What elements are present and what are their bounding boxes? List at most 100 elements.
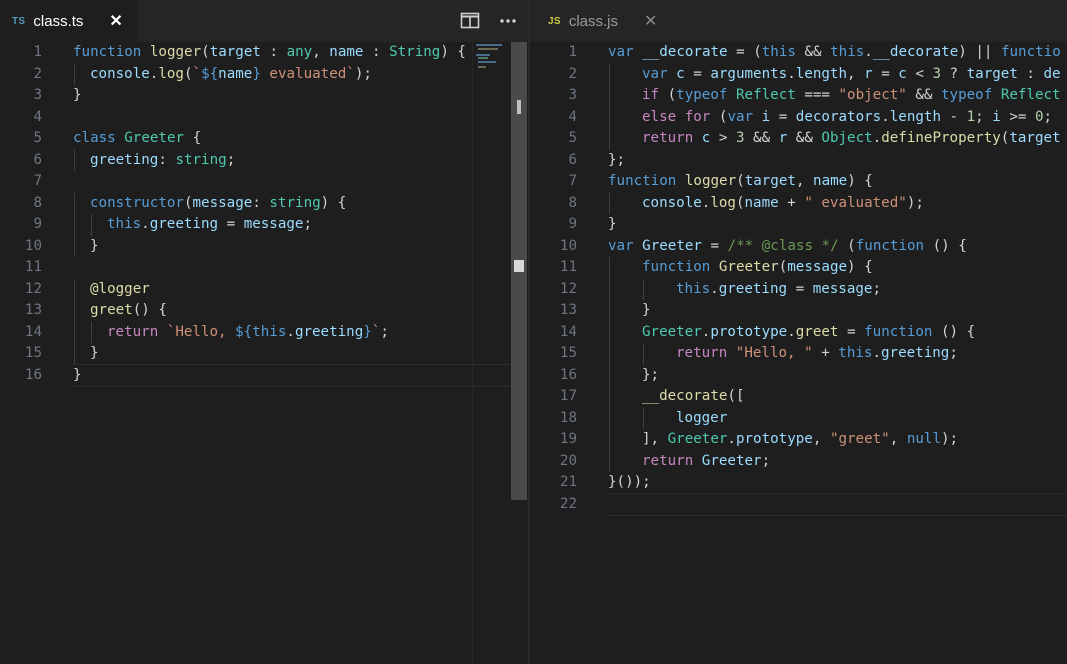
left-code-editor[interactable]: 1 function logger(target : any, name : St… [0, 42, 528, 664]
code-line[interactable]: 22 [530, 494, 1067, 516]
code-token: target [966, 65, 1018, 82]
code-line[interactable]: 21}()); [530, 472, 1067, 494]
code-line[interactable]: 4 [0, 107, 528, 129]
javascript-file-icon: JS [548, 15, 561, 27]
line-number: 10 [559, 237, 577, 254]
close-icon[interactable]: ✕ [644, 11, 657, 31]
code-line[interactable]: 8 constructor(message: string) { [0, 193, 528, 215]
code-token: ); [906, 194, 924, 211]
code-token: log [710, 194, 736, 211]
code-line[interactable]: 10} [0, 236, 528, 258]
code-line[interactable]: 1 function logger(target : any, name : St… [0, 42, 528, 64]
line-number: 6 [568, 151, 577, 168]
code-token: greeting [149, 216, 219, 232]
code-line[interactable]: 3} [0, 85, 528, 107]
line-number: 2 [33, 65, 42, 82]
code-line[interactable]: 7 [0, 171, 528, 193]
code-token: = [787, 280, 813, 297]
code-line[interactable]: 16}; [530, 365, 1067, 387]
code-token: ) { [440, 44, 466, 60]
code-line[interactable]: 20 return Greeter; [530, 451, 1067, 473]
vertical-scrollbar[interactable] [510, 42, 528, 664]
code-token: Greeter [642, 237, 702, 254]
code-line[interactable]: 2 console.log(`${name} evaluated`); [0, 64, 528, 86]
line-number: 19 [559, 431, 577, 447]
more-actions-icon[interactable] [498, 11, 518, 31]
code-token: }; [642, 366, 660, 383]
code-token: ${this [235, 323, 287, 340]
code-token: () { [924, 237, 967, 254]
code-token: ; [303, 216, 313, 232]
line-number: 13 [24, 302, 42, 318]
code-line[interactable]: 7 function logger(target, name) { [530, 171, 1067, 193]
code-token: ) { [320, 194, 347, 211]
code-token: __decorate [642, 44, 728, 60]
code-token: ) || [958, 44, 1001, 60]
code-line[interactable]: 5 class Greeter { [0, 128, 528, 150]
code-token: /** @class */ [727, 237, 839, 254]
code-line[interactable]: 16} [0, 365, 528, 387]
code-line[interactable]: 10 var Greeter = /** @class */ (function … [530, 236, 1067, 258]
code-text: this.greeting = message; [676, 279, 881, 301]
code-line[interactable]: 11 [0, 257, 528, 279]
split-editor-icon[interactable] [460, 11, 480, 31]
code-token: this [676, 280, 711, 297]
code-token: @logger [90, 280, 150, 297]
line-number: 4 [33, 108, 42, 125]
line-number: 3 [568, 87, 577, 103]
code-line[interactable]: 12 @logger [0, 279, 528, 301]
code-token: return [676, 345, 728, 361]
code-line[interactable]: 8 console.log(name + " evaluated"); [530, 193, 1067, 215]
code-token: ); [941, 431, 959, 447]
code-line[interactable]: 5 return c > 3 && r && Object.definePrope… [530, 128, 1067, 150]
code-text: }; [642, 365, 659, 387]
tab-class-ts[interactable]: TS class.ts ✕ [0, 0, 138, 42]
code-line[interactable]: 14 return `Hello, ${this.greeting}`; [0, 322, 528, 344]
code-line[interactable]: 9} [530, 214, 1067, 236]
code-line[interactable]: 9 this.greeting = message; [0, 214, 528, 236]
close-icon[interactable]: ✕ [109, 11, 122, 31]
tab-class-js[interactable]: JS class.js ✕ [530, 0, 670, 42]
code-token: name [218, 65, 253, 82]
code-token: : [158, 151, 176, 168]
code-line[interactable]: 2 var c = arguments.length, r = c < 3 ? t… [530, 64, 1067, 86]
line-number: 13 [559, 302, 577, 318]
code-line[interactable]: 18 logger [530, 408, 1067, 430]
code-token: greet [795, 323, 839, 340]
code-line[interactable]: 17 __decorate([ [530, 386, 1067, 408]
code-token: = [684, 65, 711, 82]
code-token: arguments [710, 65, 788, 82]
code-text: function logger(target, name) { [608, 171, 873, 193]
code-token: === [795, 87, 839, 103]
code-token: Reflect [735, 87, 796, 103]
code-token: name [744, 194, 779, 211]
code-line[interactable]: 14 Greeter.prototype.greet = function () … [530, 322, 1067, 344]
minimap[interactable] [472, 42, 511, 664]
code-token: Greeter [642, 323, 702, 340]
line-number: 11 [24, 259, 42, 275]
code-text: @logger [90, 279, 150, 301]
code-token: r [778, 130, 788, 146]
code-line[interactable]: 15 return "Hello, " + this.greeting; [530, 343, 1067, 365]
code-line[interactable]: 3 if (typeof Reflect === "object" && type… [530, 85, 1067, 107]
code-line[interactable]: 13 greet() { [0, 300, 528, 322]
code-token: "Hello, " [735, 345, 813, 361]
code-token: } [642, 302, 651, 318]
code-line[interactable]: 15} [0, 343, 528, 365]
code-line[interactable]: 1 var __decorate = (this && this.__decora… [530, 42, 1067, 64]
code-token: logger [676, 409, 728, 426]
code-line[interactable]: 13} [530, 300, 1067, 322]
code-line[interactable]: 6}; [530, 150, 1067, 172]
code-line[interactable]: 6 greeting: string; [0, 150, 528, 172]
code-token: name [329, 44, 364, 60]
code-text: console.log(`${name} evaluated`); [90, 64, 372, 86]
line-number: 9 [568, 216, 577, 232]
code-token: log [158, 65, 184, 82]
code-line[interactable]: 11 function Greeter(message) { [530, 257, 1067, 279]
code-line[interactable]: 12 this.greeting = message; [530, 279, 1067, 301]
right-code-editor[interactable]: 1 var __decorate = (this && this.__decora… [530, 42, 1067, 664]
code-text: return c > 3 && r && Object.defineProper… [642, 128, 1061, 150]
code-token: return [642, 130, 694, 146]
code-line[interactable]: 4 else for (var i = decorators.length - 1… [530, 107, 1067, 129]
code-line[interactable]: 19], Greeter.prototype, "greet", null); [530, 429, 1067, 451]
